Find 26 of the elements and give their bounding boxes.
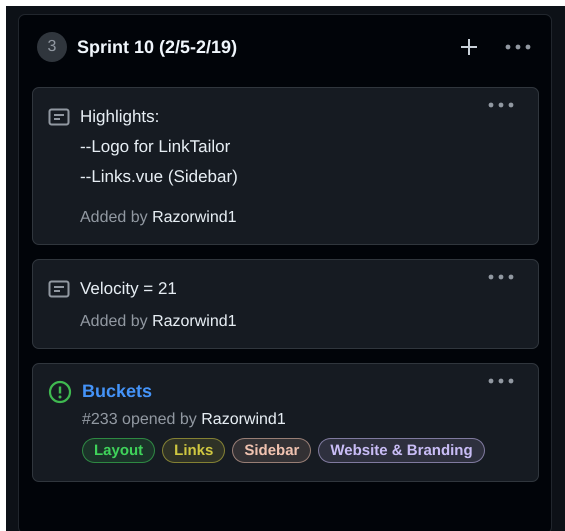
added-by-text: Added by Razorwind1 [80,312,237,332]
label-tag: Links [162,438,226,463]
column-title: Sprint 10 (2/5-2/19) [77,36,238,58]
open-issue-icon [48,380,72,404]
note-text: Highlights: [80,106,160,128]
label-tag: Website & Branding [318,438,485,463]
added-by-text: Added by Razorwind1 [80,208,237,228]
note-icon [48,108,70,126]
more-icon [505,44,531,50]
note-text: Velocity = 21 [80,278,177,300]
note-icon [48,280,70,298]
more-icon [488,102,514,108]
card-count: 3 [37,32,67,62]
more-button[interactable] [486,376,516,386]
note-text: --Links.vue (Sidebar) [80,166,238,188]
issue-meta-text: #233 opened by Razorwind1 [82,410,286,430]
more-button[interactable] [503,42,533,52]
more-icon [488,274,514,280]
note-text: --Logo for LinkTailor [80,136,230,158]
plus-icon [459,37,479,57]
more-icon [488,378,514,384]
label-tag: Sidebar [232,438,312,463]
more-button[interactable] [486,100,516,110]
label-tag: Layout [82,438,156,463]
issue-title-link[interactable]: Buckets [82,381,152,401]
more-button[interactable] [486,272,516,282]
